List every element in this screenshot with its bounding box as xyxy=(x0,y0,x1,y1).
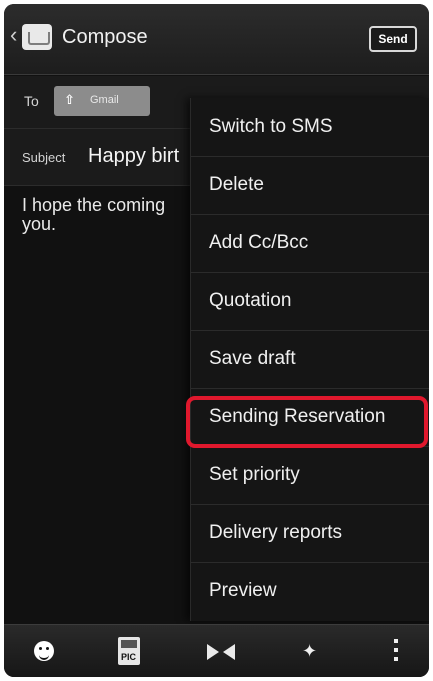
picture-tile-header xyxy=(121,640,137,648)
subject-field[interactable]: Happy birt xyxy=(88,145,179,168)
more-options-dots xyxy=(394,639,398,666)
sparkle-glyph: ✦ xyxy=(302,641,318,661)
menu-item-preview[interactable]: Preview xyxy=(191,562,429,620)
to-label: To xyxy=(24,93,39,109)
recipient-chip-text: Gmail xyxy=(90,94,119,106)
menu-item-label: Sending Reservation xyxy=(209,406,386,427)
picture-tile: PIC xyxy=(118,637,140,665)
send-button[interactable]: Send xyxy=(369,26,417,52)
emoji-icon[interactable] xyxy=(28,635,62,669)
menu-item-label: Preview xyxy=(209,580,277,601)
bottom-toolbar: PIC ✦ xyxy=(4,624,429,677)
menu-item-label: Set priority xyxy=(209,464,300,485)
bowtie-icon[interactable] xyxy=(204,635,238,669)
contact-icon: ⇧ xyxy=(64,92,75,107)
bowtie-shape xyxy=(207,644,235,660)
back-chevron-icon[interactable]: ‹ xyxy=(10,24,17,46)
picture-label: PIC xyxy=(121,652,137,662)
messaging-app-icon[interactable] xyxy=(22,24,52,50)
menu-item-delete[interactable]: Delete xyxy=(191,156,429,215)
menu-item-label: Quotation xyxy=(209,290,292,311)
menu-item-quotation[interactable]: Quotation xyxy=(191,272,429,331)
menu-item-add-cc-bcc[interactable]: Add Cc/Bcc xyxy=(191,214,429,273)
menu-item-label: Delivery reports xyxy=(209,522,343,543)
picture-icon[interactable]: PIC xyxy=(113,635,147,669)
menu-item-sending-reservation[interactable]: Sending Reservation xyxy=(191,388,429,447)
menu-item-label: Save draft xyxy=(209,348,296,369)
menu-item-save-draft[interactable]: Save draft xyxy=(191,330,429,389)
menu-item-set-priority[interactable]: Set priority xyxy=(191,446,429,505)
menu-item-switch-to-sms[interactable]: Switch to SMS xyxy=(191,98,429,157)
menu-item-label: Delete xyxy=(209,174,264,195)
sparkle-icon[interactable]: ✦ xyxy=(298,635,332,669)
more-options-icon[interactable] xyxy=(380,635,414,669)
subject-label: Subject xyxy=(22,150,66,165)
action-bar: ‹ Compose Send xyxy=(4,4,429,75)
phone-screen: ‹ Compose Send To ⇧ Gmail Subject Happy … xyxy=(4,4,429,677)
page-title: Compose xyxy=(62,26,148,48)
recipient-chip[interactable]: ⇧ Gmail xyxy=(54,86,150,116)
menu-item-label: Add Cc/Bcc xyxy=(209,232,309,253)
overflow-menu: Switch to SMS Delete Add Cc/Bcc Quotatio… xyxy=(190,98,429,621)
menu-item-label: Switch to SMS xyxy=(209,116,333,137)
menu-item-delivery-reports[interactable]: Delivery reports xyxy=(191,504,429,563)
